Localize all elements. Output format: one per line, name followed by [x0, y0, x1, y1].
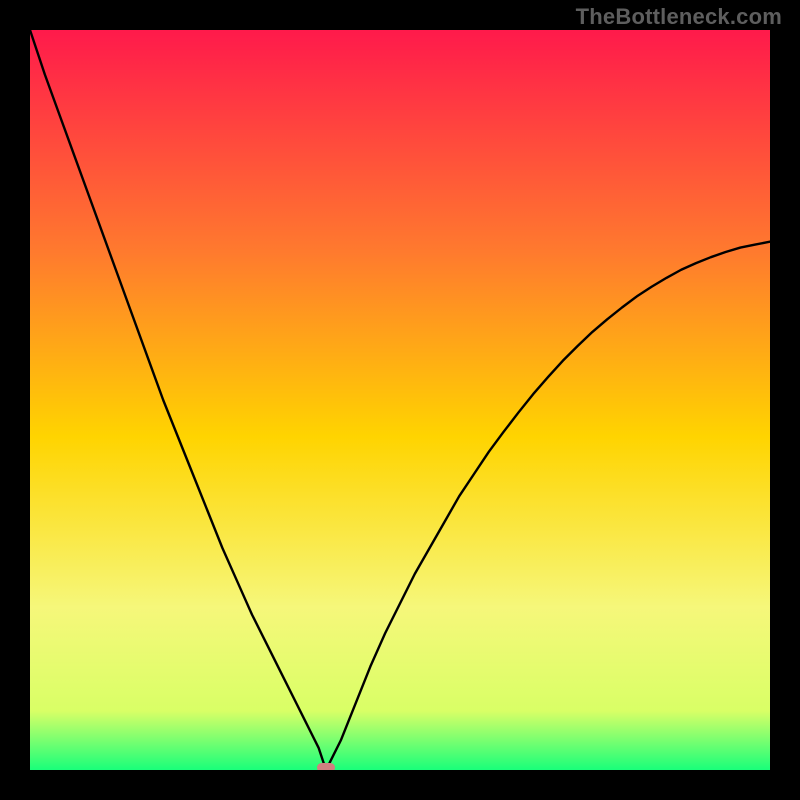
bottleneck-plot [30, 30, 770, 770]
watermark-text: TheBottleneck.com [576, 4, 782, 30]
gradient-background [30, 30, 770, 770]
plot-svg [30, 30, 770, 770]
chart-frame: TheBottleneck.com [0, 0, 800, 800]
optimal-point-marker [317, 763, 335, 770]
